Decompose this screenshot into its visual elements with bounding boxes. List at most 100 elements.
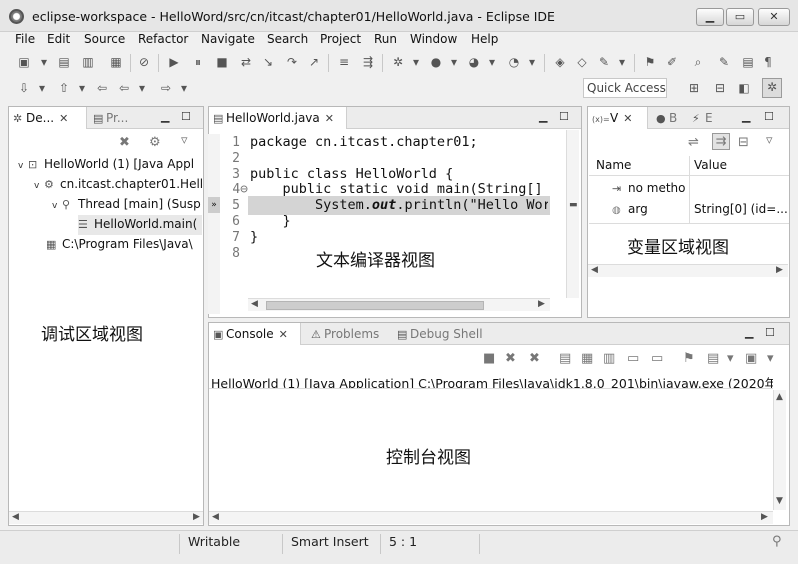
view-menu-icon[interactable]: ▿ [766,133,773,148]
maximize-view-icon[interactable]: ☐ [765,326,775,339]
terminate-icon[interactable]: ■ [483,351,495,366]
word-wrap-icon[interactable]: ▥ [603,351,615,366]
column-header-value[interactable]: Value [694,158,727,176]
editor-hscrollbar[interactable]: ◀ ▶ [248,298,550,311]
scroll-right-icon[interactable]: ▶ [776,265,783,275]
tab-variables[interactable]: (x)=V ✕ [588,107,648,129]
view-menu-icon[interactable]: ▿ [181,133,188,148]
variable-row[interactable]: ◍ arg [612,202,648,216]
minimize-view-icon[interactable]: ▁ [161,110,169,123]
code-line[interactable]: public static void main(String[] [250,181,543,197]
prev-annotation-icon[interactable]: ⇧ [56,80,72,96]
close-button[interactable]: ✕ [758,8,790,26]
dropdown-icon[interactable]: ▾ [484,54,500,70]
dropdown-icon[interactable]: ▾ [614,54,630,70]
pilcrow-icon[interactable]: ¶ [760,54,776,70]
code-line[interactable]: System.out.println("Hello Wor [250,197,548,213]
java-perspective-icon[interactable]: ◧ [736,80,752,96]
scroll-lock-icon[interactable]: ▦ [581,351,593,366]
show-type-names-icon[interactable]: ⇌ [688,135,699,150]
menu-refactor[interactable]: Refactor [138,32,188,46]
menu-edit[interactable]: Edit [47,32,70,46]
tab-helloworld-java[interactable]: ▤ HelloWorld.java ✕ [209,107,347,129]
annotation-icon[interactable]: ✎ [716,54,732,70]
tree-item-launch[interactable]: v ⊡ HelloWorld (1) [Java Appl [18,157,194,171]
tab-console[interactable]: ▣ Console ✕ [209,323,301,345]
scroll-right-icon[interactable]: ▶ [193,512,200,522]
scroll-down-icon[interactable]: ▼ [776,496,783,506]
scroll-left-icon[interactable]: ◀ [12,512,19,522]
forward-icon[interactable]: ⇨ [158,80,174,96]
tab-expressions[interactable]: ⚡ E [688,107,717,129]
task-icon[interactable]: ▦ [108,54,124,70]
next-annotation-icon[interactable]: ⇩ [16,80,32,96]
dropdown-icon[interactable]: ▾ [134,80,150,96]
tree-item-stack-frame[interactable]: ☰ HelloWorld.main( [78,215,202,235]
code-line[interactable]: } [250,213,291,229]
maximize-view-icon[interactable]: ☐ [559,110,569,123]
new-class-icon[interactable]: ✎ [596,54,612,70]
close-icon[interactable]: ✕ [325,112,334,125]
dropdown-icon[interactable]: ▾ [74,80,90,96]
remove-launch-icon[interactable]: ✖ [505,351,516,366]
show-logical-structure-icon[interactable]: ⇉ [712,133,730,150]
maximize-view-icon[interactable]: ☐ [181,110,191,123]
show-on-error-icon[interactable]: ▭ [651,351,663,366]
tab-breakpoints[interactable]: ● B [652,107,681,129]
scroll-left-icon[interactable]: ◀ [212,512,219,522]
display-console-icon[interactable]: ▤ [707,351,719,366]
save-all-icon[interactable]: ▥ [80,54,96,70]
expand-twisty[interactable]: v [52,201,62,211]
dropdown-icon[interactable]: ▾ [408,54,424,70]
scroll-right-icon[interactable]: ▶ [538,299,545,309]
last-edit-icon[interactable]: ⇦ [94,80,110,96]
menu-run[interactable]: Run [374,32,397,46]
highlight-icon[interactable]: ✐ [664,54,680,70]
show-on-output-icon[interactable]: ▭ [627,351,639,366]
code-line[interactable]: package cn.itcast.chapter01; [250,134,478,150]
collapse-icon[interactable]: ⚙ [149,135,161,150]
drop-to-frame-icon[interactable]: ≡ [336,54,352,70]
column-header-name[interactable]: Name [596,158,631,176]
tip-icon[interactable]: ⚲ [772,534,782,549]
scroll-right-icon[interactable]: ▶ [761,512,768,522]
new-java-project-icon[interactable]: ◈ [552,54,568,70]
close-icon[interactable]: ✕ [59,112,68,125]
variables-hscrollbar[interactable]: ◀ ▶ [588,264,788,277]
minimize-view-icon[interactable]: ▁ [539,110,547,123]
dropdown-icon[interactable]: ▾ [524,54,540,70]
back-icon[interactable]: ⇦ [116,80,132,96]
dropdown-icon[interactable]: ▾ [36,54,52,70]
code-line[interactable]: } [250,229,258,245]
step-return-icon[interactable]: ↗ [306,54,322,70]
pin-console-icon[interactable]: ⚑ [683,351,695,366]
console-hscrollbar[interactable]: ◀ ▶ [209,511,773,524]
editor-vscrollbar[interactable]: ▬ [566,130,579,298]
collapse-all-icon[interactable]: ⊟ [738,135,749,150]
java-ee-perspective-icon[interactable]: ⊟ [712,80,728,96]
dropdown-icon[interactable]: ▾ [34,80,50,96]
menu-window[interactable]: Window [410,32,457,46]
menu-file[interactable]: File [15,32,35,46]
scroll-left-icon[interactable]: ◀ [251,299,258,309]
scroll-up-icon[interactable]: ▲ [776,392,783,402]
minimize-button[interactable]: ▁ [696,8,724,26]
close-icon[interactable]: ✕ [623,112,632,125]
new-icon[interactable]: ▣ [16,54,32,70]
menu-help[interactable]: Help [471,32,498,46]
dropdown-icon[interactable]: ▾ [767,351,774,366]
skip-breakpoints-icon[interactable]: ⊘ [136,54,152,70]
tab-problems[interactable]: ⚠ Problems [307,323,383,345]
console-vscrollbar[interactable]: ▲ ▼ [773,390,786,510]
debug-hscrollbar[interactable]: ◀ ▶ [9,511,203,524]
close-icon[interactable]: ✕ [279,328,288,341]
variable-row[interactable]: ⇥ no metho [612,181,686,195]
step-into-icon[interactable]: ↘ [260,54,276,70]
open-type-icon[interactable]: ⚑ [642,54,658,70]
menu-search[interactable]: Search [267,32,308,46]
quick-access-input[interactable]: Quick Access [583,78,667,98]
scroll-left-icon[interactable]: ◀ [591,265,598,275]
code-line[interactable]: public class HelloWorld { [250,166,453,182]
run-icon[interactable]: ● [428,54,444,70]
menu-source[interactable]: Source [84,32,125,46]
